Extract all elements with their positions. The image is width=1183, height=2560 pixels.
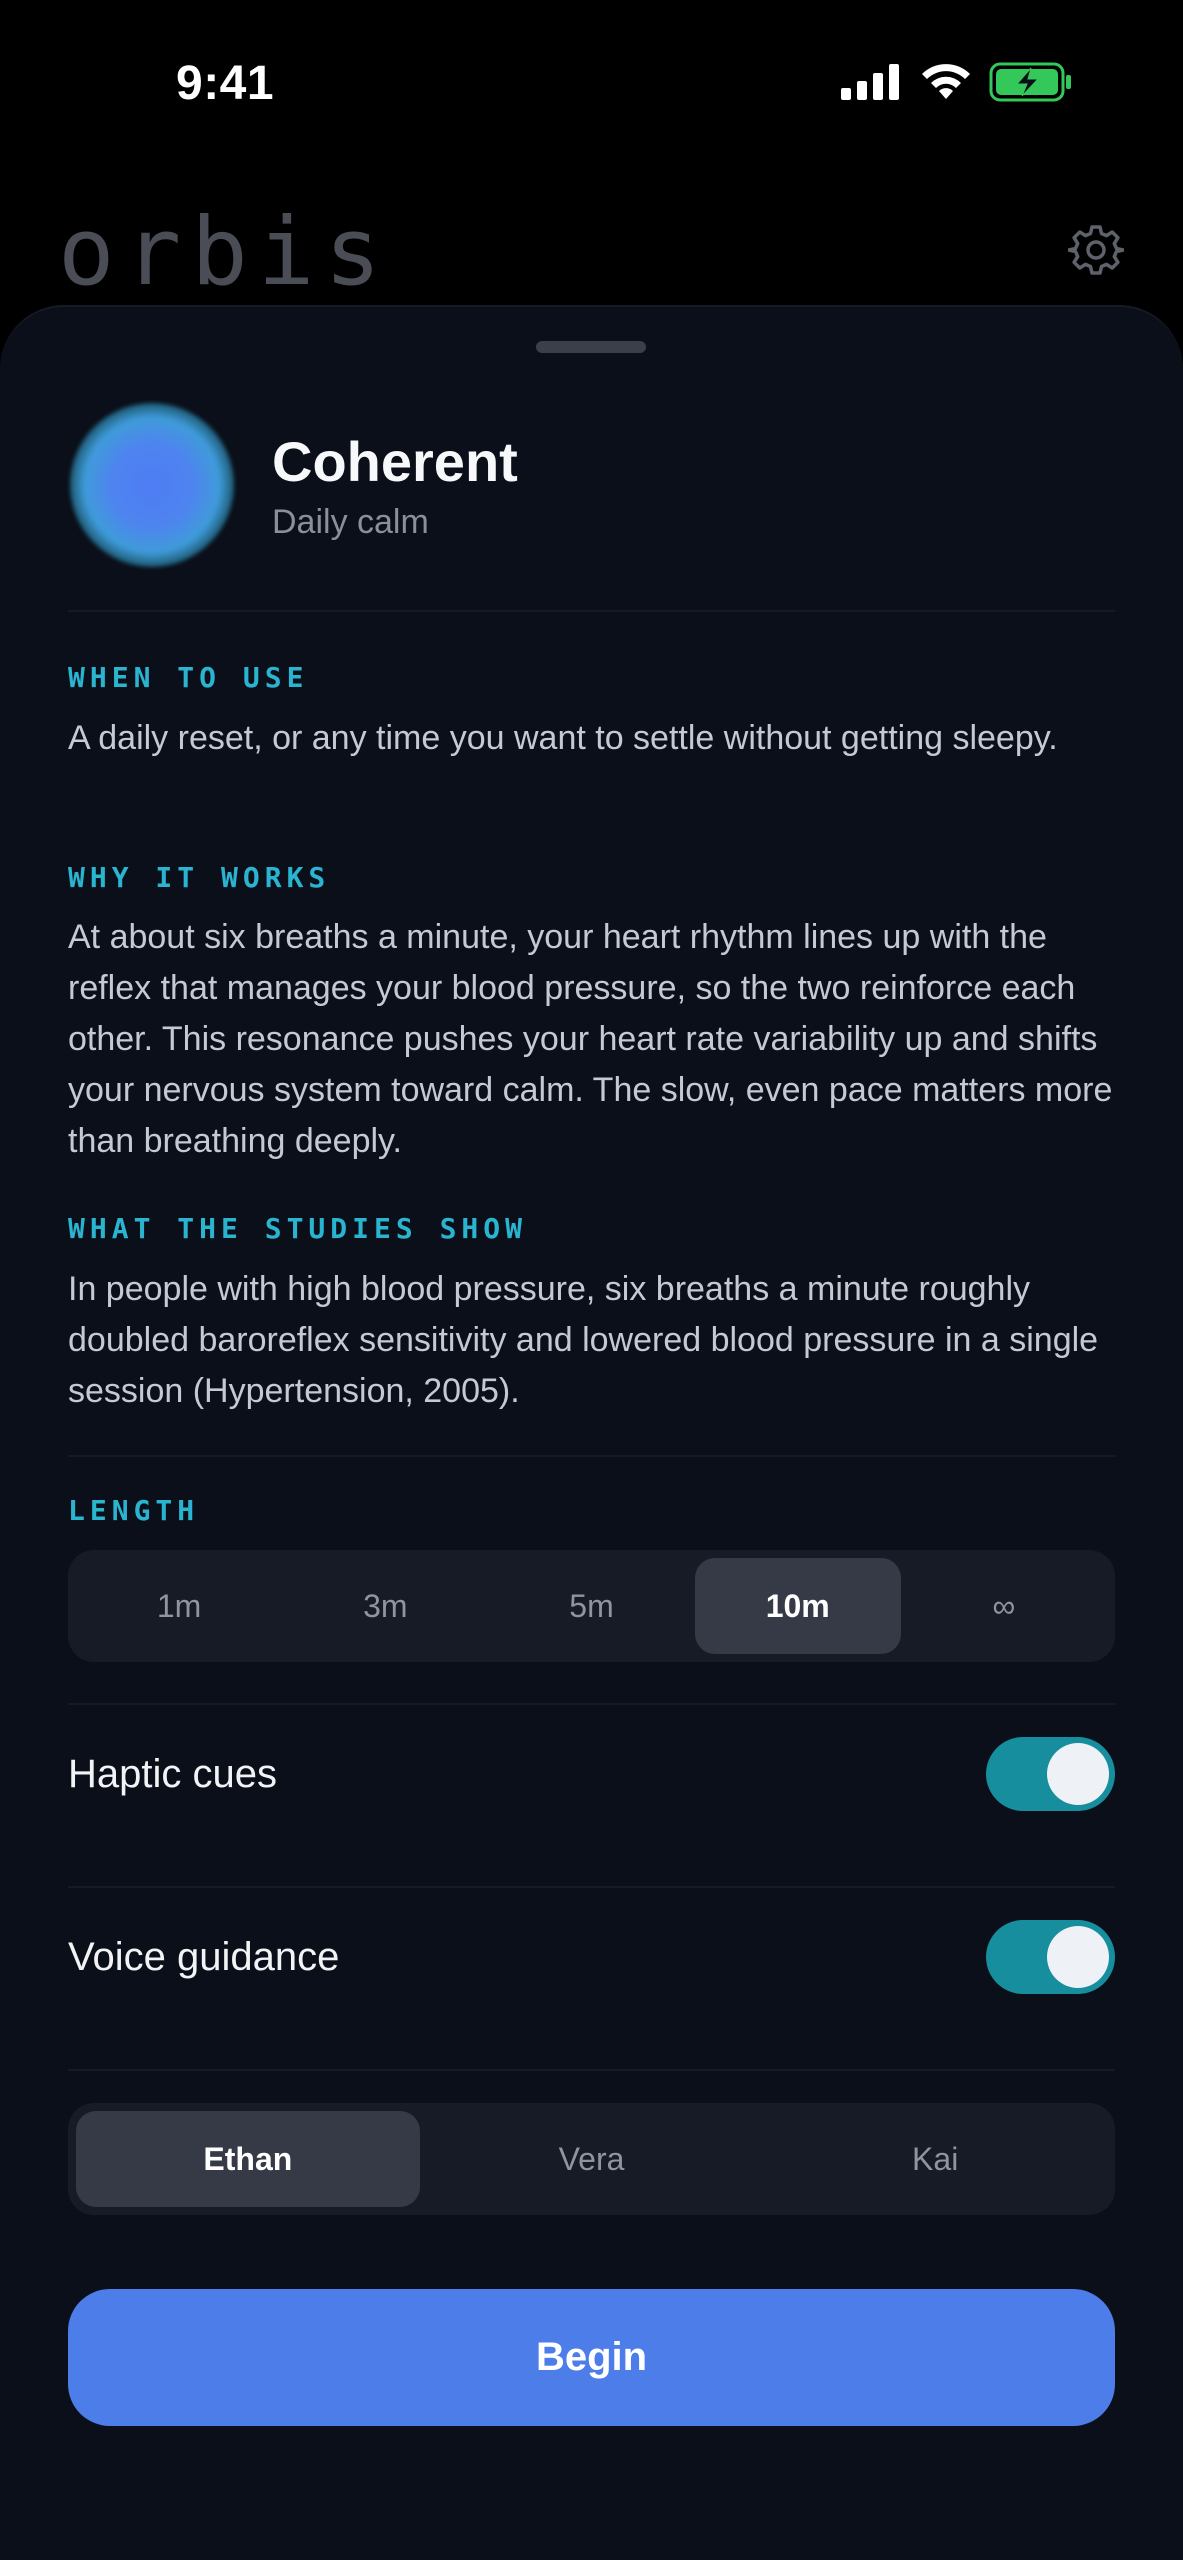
section-label-studies: WHAT THE STUDIES SHOW [68,1212,528,1245]
session-title: Coherent [272,430,518,493]
session-subtitle: Daily calm [272,503,429,541]
voice-guidance-toggle[interactable] [986,1920,1115,1994]
session-sheet: Coherent Daily calm WHEN TO USE A daily … [0,305,1183,2560]
status-icons [841,62,1073,102]
length-option-10m[interactable]: 10m [694,1558,901,1654]
voice-guidance-label: Voice guidance [68,1935,340,1979]
divider [68,2069,1115,2071]
length-selector: 1m 3m 5m 10m ∞ [68,1550,1115,1662]
voice-option-kai[interactable]: Kai [763,2111,1107,2207]
signal-icon [841,64,899,100]
wifi-icon [922,64,970,99]
toggle-knob [1047,1743,1109,1805]
voice-option-vera[interactable]: Vera [420,2111,764,2207]
status-bar: 9:41 [0,0,1183,170]
length-option-3m[interactable]: 3m [282,1558,488,1654]
divider [68,1886,1115,1888]
length-option-1m[interactable]: 1m [76,1558,282,1654]
section-label-why: WHY IT WORKS [68,861,331,894]
length-option-infinite[interactable]: ∞ [901,1558,1107,1654]
begin-button[interactable]: Begin [68,2289,1115,2426]
battery-charging-icon [989,62,1071,102]
voice-selector: Ethan Vera Kai [68,2103,1115,2215]
section-text-when: A daily reset, or any time you want to s… [68,719,1058,757]
divider [68,610,1115,612]
section-text-studies: In people with high blood pressure, six … [68,1270,1099,1410]
settings-button[interactable] [1067,222,1125,278]
section-text-why: At about six breaths a minute, your hear… [68,918,1113,1160]
app-brand: orbis [58,198,391,307]
length-option-5m[interactable]: 5m [488,1558,694,1654]
haptic-cues-toggle[interactable] [986,1737,1115,1811]
section-label-when: WHEN TO USE [68,661,309,694]
status-time: 9:41 [176,57,275,110]
gear-icon [1067,225,1125,275]
sheet-grabber[interactable] [536,341,646,353]
toggle-knob [1047,1926,1109,1988]
dynamic-island [426,40,756,132]
session-orb [70,403,234,567]
divider [68,1703,1115,1705]
haptic-cues-label: Haptic cues [68,1752,277,1796]
voice-option-ethan[interactable]: Ethan [76,2111,420,2207]
length-label: LENGTH [68,1494,200,1527]
divider [68,1455,1115,1457]
